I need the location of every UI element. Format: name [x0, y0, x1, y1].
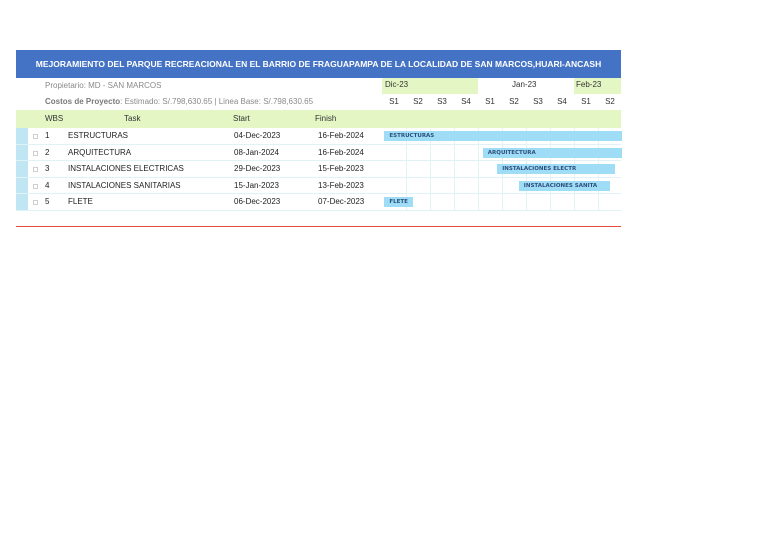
col-finish[interactable]: Finish — [315, 110, 336, 128]
wbs-cell: 5 — [45, 197, 50, 206]
start-cell[interactable]: 08-Jan-2024 — [234, 145, 279, 162]
week-label: S3 — [437, 97, 447, 106]
row-indicator — [16, 177, 28, 193]
cost-row: Costos de Proyecto: Estimado: S/.798,630… — [16, 94, 621, 110]
row-indicator — [16, 144, 28, 160]
gantt-bar[interactable]: INSTALACIONES ELECTR — [497, 164, 615, 174]
week-label: S2 — [413, 97, 423, 106]
wbs-cell: 2 — [45, 147, 50, 157]
gantt-bar[interactable]: ESTRUCTURAS — [384, 131, 622, 141]
col-task[interactable]: Task — [124, 110, 140, 128]
finish-cell[interactable]: 16-Feb-2024 — [318, 128, 364, 145]
row-checkbox[interactable] — [33, 183, 38, 189]
start-cell[interactable]: 04-Dec-2023 — [234, 128, 280, 145]
table-row[interactable]: 1 ESTRUCTURAS 04-Dec-2023 16-Feb-2024 ESTRUC… — [16, 128, 622, 145]
wbs-cell: 3 — [45, 164, 50, 173]
gantt-row: INSTALACIONES ELECTR — [382, 161, 621, 177]
start-cell[interactable]: 29-Dec-2023 — [234, 161, 280, 178]
month-dec: Dic-23 — [385, 80, 409, 89]
row-checkbox[interactable] — [33, 134, 38, 139]
week-label: S2 — [605, 97, 615, 106]
gantt-row: ARQUITECTURA — [382, 144, 622, 160]
gantt-row: INSTALACIONES SANITA — [382, 177, 621, 193]
table-row[interactable]: 2 ARQUITECTURA 08-Jan-2024 16-Feb-2024 ARQUI… — [16, 144, 622, 162]
gantt-bar[interactable]: INSTALACIONES SANITA — [518, 180, 610, 191]
gantt-bar[interactable]: ARQUITECTURA — [482, 147, 622, 158]
wbs-cell: 1 — [45, 131, 50, 140]
footer-line — [16, 225, 621, 227]
finish-cell[interactable]: 15-Feb-2023 — [318, 161, 364, 178]
gantt-row: ESTRUCTURAS — [382, 128, 622, 144]
finish-cell[interactable]: 16-Feb-2024 — [318, 145, 364, 162]
month-feb: Feb-23 — [576, 80, 602, 89]
column-header: WBS Task Start Finish — [16, 110, 621, 128]
project-title: MEJORAMIENTO DEL PARQUE RECREACIONAL EN … — [16, 50, 621, 78]
table-row[interactable]: 5 FLETE 06-Dec-2023 07-Dec-2023 FLETE — [16, 194, 621, 211]
owner-text: Propietario: MD - SAN MARCOS — [45, 81, 162, 90]
finish-cell[interactable]: 13-Feb-2023 — [318, 178, 364, 195]
gantt-bar[interactable]: FLETE — [384, 197, 414, 207]
task-rows: 1 ESTRUCTURAS 04-Dec-2023 16-Feb-2024 ESTRUC… — [16, 128, 622, 211]
col-wbs[interactable]: WBS — [45, 110, 63, 128]
week-label: S4 — [461, 97, 471, 106]
row-checkbox[interactable] — [33, 150, 38, 156]
cost-label: Costos de Proyecto — [45, 97, 121, 106]
week-label: S4 — [557, 97, 567, 106]
task-cell[interactable]: INSTALACIONES SANITARIAS — [68, 178, 181, 195]
table-row[interactable]: 3 INSTALACIONES ELECTRICAS 29-Dec-2023 15-F… — [16, 161, 621, 178]
table-row[interactable]: 4 INSTALACIONES SANITARIAS 15-Jan-2023 13-F… — [16, 177, 621, 195]
owner-row: Propietario: MD - SAN MARCOS Dic-23 Jan-… — [16, 78, 621, 94]
row-checkbox[interactable] — [33, 200, 38, 205]
week-label: S1 — [485, 97, 495, 106]
cost-text: Costos de Proyecto: Estimado: S/.798,630… — [45, 94, 313, 110]
finish-cell[interactable]: 07-Dec-2023 — [318, 194, 364, 211]
month-header: Dic-23 Jan-23 Feb-23 — [382, 78, 621, 94]
row-indicator — [16, 161, 28, 177]
week-header: S1 S2 S3 S4 S1 S2 S3 S4 S1 S2 — [382, 94, 621, 110]
month-jan: Jan-23 — [512, 80, 537, 89]
start-cell[interactable]: 06-Dec-2023 — [234, 194, 280, 211]
task-cell[interactable]: FLETE — [68, 194, 93, 211]
row-indicator — [16, 128, 28, 144]
week-label: S1 — [389, 97, 399, 106]
col-start[interactable]: Start — [233, 110, 250, 128]
row-indicator — [16, 194, 28, 210]
row-checkbox[interactable] — [33, 167, 38, 172]
start-cell[interactable]: 15-Jan-2023 — [234, 178, 279, 195]
week-label: S1 — [581, 97, 591, 106]
week-label: S2 — [509, 97, 519, 106]
wbs-cell: 4 — [45, 180, 50, 190]
gantt-row: FLETE — [382, 194, 621, 210]
task-cell[interactable]: ARQUITECTURA — [68, 145, 131, 162]
task-cell[interactable]: INSTALACIONES ELECTRICAS — [68, 161, 184, 178]
task-cell[interactable]: ESTRUCTURAS — [68, 128, 128, 145]
gantt-sheet: MEJORAMIENTO DEL PARQUE RECREACIONAL EN … — [16, 50, 622, 227]
week-label: S3 — [533, 97, 543, 106]
cost-value: : Estimado: S/.798,630.65 | Linea Base: … — [120, 97, 314, 106]
